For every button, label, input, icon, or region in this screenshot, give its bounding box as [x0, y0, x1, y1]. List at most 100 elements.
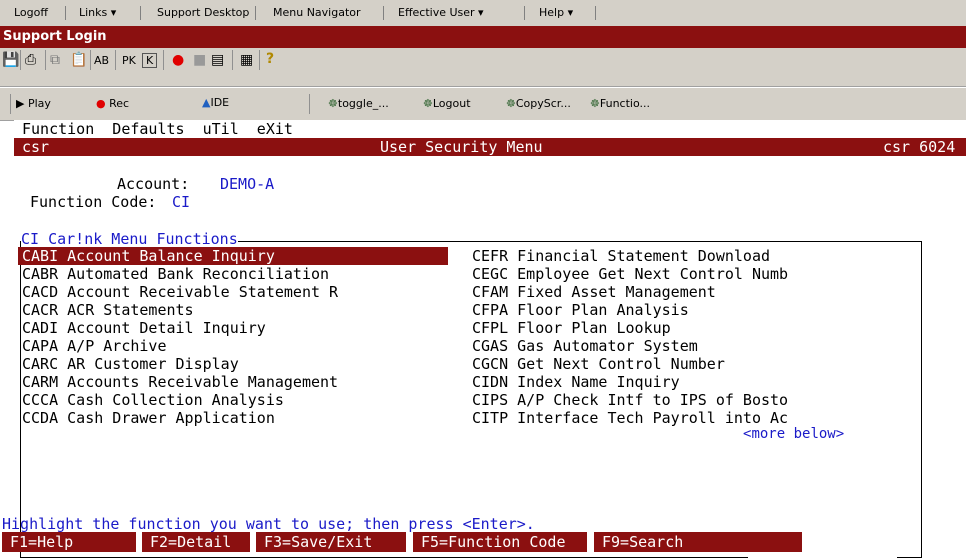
menu-help[interactable]: Help ▾: [539, 4, 573, 22]
people-icon: ☸: [590, 97, 600, 110]
list-item[interactable]: CGCN Get Next Control Number: [472, 355, 725, 373]
save-icon[interactable]: 💾: [2, 52, 19, 68]
copy-icon[interactable]: ⧉: [50, 52, 60, 68]
menu-effective-user[interactable]: Effective User ▾: [398, 4, 484, 22]
function-code-value[interactable]: CI: [172, 193, 190, 211]
macro-toggle-label: toggle_...: [337, 97, 389, 110]
toolbar-separator: [163, 50, 164, 70]
play-label: Play: [27, 97, 51, 110]
macro-toolbar: ▶ Play ● Rec ▲IDE ☸toggle_... ☸Logout ☸C…: [0, 88, 966, 121]
toolbar-separator: [115, 50, 116, 70]
f3-label: F3=Save/Exit: [264, 533, 373, 551]
status-left: csr: [22, 138, 50, 156]
list-item[interactable]: CEGC Employee Get Next Control Numb: [472, 265, 788, 283]
f5-function-code-key[interactable]: F5=Function Code: [413, 532, 587, 552]
menu-separator: [595, 6, 596, 20]
icon-toolbar: 💾 ⎙ ⧉ 📋 AB PK K ● ■ ▤ ▦ ?: [0, 48, 966, 87]
ide-button[interactable]: ▲IDE: [202, 96, 229, 109]
macro-functio-button[interactable]: ☸Functio...: [590, 97, 650, 110]
more-below-indicator: <more below>: [743, 426, 845, 442]
window-title: Support Login: [3, 29, 107, 44]
toolbar-separator: [45, 50, 46, 70]
top-menu-bar: Logoff Links ▾ Support Desktop Menu Navi…: [0, 0, 966, 27]
menu-separator: [255, 6, 256, 20]
list-item[interactable]: CAPA A/P Archive: [22, 337, 167, 355]
f1-label: F1=Help: [10, 533, 74, 551]
list-item[interactable]: CARM Accounts Receivable Management: [22, 373, 338, 391]
menu-separator: [524, 6, 525, 20]
menu-links[interactable]: Links ▾: [79, 4, 116, 22]
toolbar-separator: [20, 50, 21, 70]
macro-toggle-button[interactable]: ☸toggle_...: [328, 97, 389, 110]
more-below-label: more below: [751, 426, 836, 442]
list-item[interactable]: CITP Interface Tech Payroll into Ac: [472, 409, 788, 427]
macro-functio-label: Functio...: [599, 97, 650, 110]
hint-line: Highlight the function you want to use; …: [2, 515, 535, 533]
menu-separator: [383, 6, 384, 20]
macro-logout-button[interactable]: ☸Logout: [423, 97, 471, 110]
list-item[interactable]: CADI Account Detail Inquiry: [22, 319, 266, 337]
list-item[interactable]: CACD Account Receivable Statement R: [22, 283, 338, 301]
list-item[interactable]: CCDA Cash Drawer Application: [22, 409, 275, 427]
function-key-bar: F1=Help F2=Detail F3=Save/Exit F5=Functi…: [2, 532, 966, 554]
list-item[interactable]: CIDN Index Name Inquiry: [472, 373, 680, 391]
play-button[interactable]: ▶ Play: [16, 97, 51, 110]
help-icon[interactable]: ?: [266, 51, 274, 67]
toolbar-separator: [10, 94, 11, 114]
toolbar-separator: [309, 94, 310, 114]
macro-copyscr-button[interactable]: ☸CopyScr...: [506, 97, 571, 110]
menu-logoff[interactable]: Logoff: [14, 4, 48, 22]
status-bar: csr User Security Menu csr 6024: [14, 138, 966, 156]
f9-search-key[interactable]: F9=Search: [594, 532, 802, 552]
macro-logout-label: Logout: [432, 97, 471, 110]
toolbar-separator: [90, 50, 91, 70]
status-center: User Security Menu: [380, 138, 543, 156]
clipboard-icon[interactable]: ▤: [211, 52, 224, 68]
account-label: Account:: [117, 175, 190, 193]
terminal-screen[interactable]: Function Defaults uTil eXit csr User Sec…: [2, 120, 966, 558]
list-item[interactable]: CFPA Floor Plan Analysis: [472, 301, 689, 319]
macro-copyscr-label: CopyScr...: [515, 97, 571, 110]
f1-help-key[interactable]: F1=Help: [2, 532, 136, 552]
people-icon: ☸: [506, 97, 516, 110]
keyboard-icon[interactable]: K: [142, 53, 158, 68]
toolbar-separator: [232, 50, 233, 70]
title-bar: Support Login: [0, 26, 966, 48]
people-icon: ☸: [328, 97, 338, 110]
stop-icon[interactable]: ■: [193, 52, 206, 68]
f2-label: F2=Detail: [150, 533, 232, 551]
record-icon: ●: [96, 97, 106, 110]
menu-support-desktop[interactable]: Support Desktop: [157, 4, 249, 22]
f9-label: F9=Search: [602, 533, 684, 551]
function-code-label: Function Code:: [30, 193, 157, 211]
list-item[interactable]: CABR Automated Bank Reconciliation: [22, 265, 329, 283]
pk-icon[interactable]: PK: [122, 54, 136, 67]
document-icon[interactable]: ▦: [240, 52, 253, 68]
list-item-selected[interactable]: CABI Account Balance Inquiry: [18, 247, 448, 265]
print-icon[interactable]: ⎙: [25, 52, 36, 68]
list-item[interactable]: CFAM Fixed Asset Management: [472, 283, 716, 301]
list-item[interactable]: CFPL Floor Plan Lookup: [472, 319, 671, 337]
rec-label: Rec: [109, 97, 130, 110]
paste-icon[interactable]: 📋: [70, 52, 87, 68]
f5-label: F5=Function Code: [421, 533, 566, 551]
f3-save-exit-key[interactable]: F3=Save/Exit: [256, 532, 406, 552]
menu-separator: [65, 6, 66, 20]
people-icon: ☸: [423, 97, 433, 110]
list-item[interactable]: CGAS Gas Automator System: [472, 337, 698, 355]
list-item[interactable]: CCCA Cash Collection Analysis: [22, 391, 284, 409]
font-size-icon[interactable]: AB: [94, 54, 109, 67]
f2-detail-key[interactable]: F2=Detail: [142, 532, 250, 552]
terminal-menu-line[interactable]: Function Defaults uTil eXit: [22, 120, 293, 138]
list-item[interactable]: CIPS A/P Check Intf to IPS of Bosto: [472, 391, 788, 409]
list-item[interactable]: CARC AR Customer Display: [22, 355, 239, 373]
account-value: DEMO-A: [220, 175, 275, 193]
ide-label: IDE: [210, 96, 230, 109]
status-right: csr 6024: [883, 138, 956, 156]
list-item[interactable]: CACR ACR Statements: [22, 301, 194, 319]
menu-menu-navigator[interactable]: Menu Navigator: [273, 4, 361, 22]
list-item[interactable]: CEFR Financial Statement Download: [472, 247, 770, 265]
rec-button[interactable]: ● Rec: [96, 97, 129, 110]
menu-box-title: CI Car!nk Menu Functions: [21, 230, 238, 248]
record-icon[interactable]: ●: [172, 52, 184, 68]
